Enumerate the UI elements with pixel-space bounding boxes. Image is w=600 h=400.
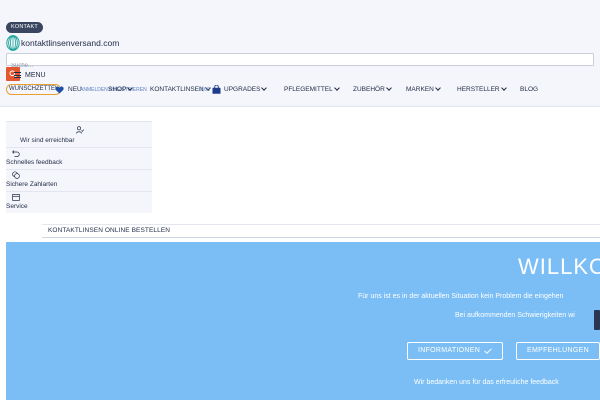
service-info-panel: Wir sind erreichbar Schnelles feedback S… xyxy=(6,121,152,213)
divider xyxy=(42,237,600,238)
box-icon xyxy=(12,194,20,201)
empfehlungen-button[interactable]: EMPFEHLUNGEN xyxy=(516,342,600,360)
person-check-icon xyxy=(76,126,84,134)
nav-label: PFLEGEMITTEL xyxy=(284,86,333,93)
main-navigation: NEU ANMELDEN REGISTRIEREN SHOP KONTAKTLI… xyxy=(0,82,600,98)
order-heading: KONTAKTLINSEN ONLINE BESTELLEN xyxy=(48,227,171,234)
menu-label: MENU xyxy=(25,71,46,79)
chevron-down-icon xyxy=(385,84,392,91)
logo-text: kontaktlinsenversand.com xyxy=(21,38,120,48)
nav-label: HERSTELLER xyxy=(457,86,500,93)
divider xyxy=(6,169,152,170)
nav-label: BLOG xyxy=(520,86,539,93)
info-item-feedback: Schnelles feedback xyxy=(6,159,63,166)
nav-label: MARKEN xyxy=(406,86,434,93)
divider xyxy=(6,147,152,148)
logo[interactable]: kontaktlinsenversand.com xyxy=(6,35,119,51)
coins-icon xyxy=(12,171,20,179)
nav-label: SHOP xyxy=(108,86,127,93)
hero-text: Bei aufkommenden Schwierigkeiten wi xyxy=(455,312,575,319)
hero-title: WILLKO xyxy=(518,254,600,279)
divider xyxy=(6,191,152,192)
logo-icon xyxy=(6,35,20,51)
chevron-down-icon xyxy=(500,84,507,91)
nav-item-shop[interactable]: SHOP xyxy=(108,82,134,98)
search-input[interactable] xyxy=(7,60,593,72)
chevron-down-icon xyxy=(127,84,134,91)
shopping-bag-icon[interactable] xyxy=(212,85,221,94)
nav-item-upgrades[interactable]: UPGRADES xyxy=(224,82,268,98)
hero-text: Wir bedanken uns für das erfreuliche fee… xyxy=(414,379,559,386)
hero-text: Für uns ist es in der aktuellen Situatio… xyxy=(358,293,564,300)
divider xyxy=(42,224,600,225)
nav-label: UPGRADES xyxy=(224,86,261,93)
nav-item-blog[interactable]: BLOG xyxy=(520,82,538,98)
menu-button[interactable]: MENU xyxy=(14,69,46,81)
search-field[interactable] xyxy=(6,53,594,72)
button-label: INFORMATIONEN xyxy=(418,347,481,354)
hamburger-icon xyxy=(14,72,21,78)
return-arrow-icon xyxy=(12,150,20,157)
nav-item-hersteller[interactable]: HERSTELLER xyxy=(457,82,507,98)
info-item-service: Service xyxy=(6,203,28,210)
informationen-button[interactable]: INFORMATIONEN xyxy=(407,342,504,360)
cart-total[interactable]: 0,00 xyxy=(200,82,210,98)
checkmark-icon xyxy=(484,348,492,354)
chevron-down-icon xyxy=(261,84,268,91)
hero-banner: WILLKO Für uns ist es in der aktuellen S… xyxy=(6,242,600,400)
nav-item-zubehoer[interactable]: ZUBEHÖR xyxy=(353,82,392,98)
nav-item-pflegemittel[interactable]: PFLEGEMITTEL xyxy=(284,82,340,98)
nav-divider xyxy=(0,106,600,107)
chevron-down-icon xyxy=(434,84,441,91)
nav-label: ZUBEHÖR xyxy=(353,86,385,93)
nav-item-marken[interactable]: MARKEN xyxy=(406,82,441,98)
chevron-down-icon xyxy=(333,84,340,91)
info-item-payment: Sichere Zahlarten xyxy=(6,181,58,188)
kontakt-button[interactable]: KONTAKT xyxy=(6,22,43,33)
nav-label: KONTAKTLINSEN xyxy=(150,86,204,93)
side-tab[interactable] xyxy=(594,310,600,330)
button-label: EMPFEHLUNGEN xyxy=(527,347,589,354)
info-item-reachable: Wir sind erreichbar xyxy=(20,137,75,144)
